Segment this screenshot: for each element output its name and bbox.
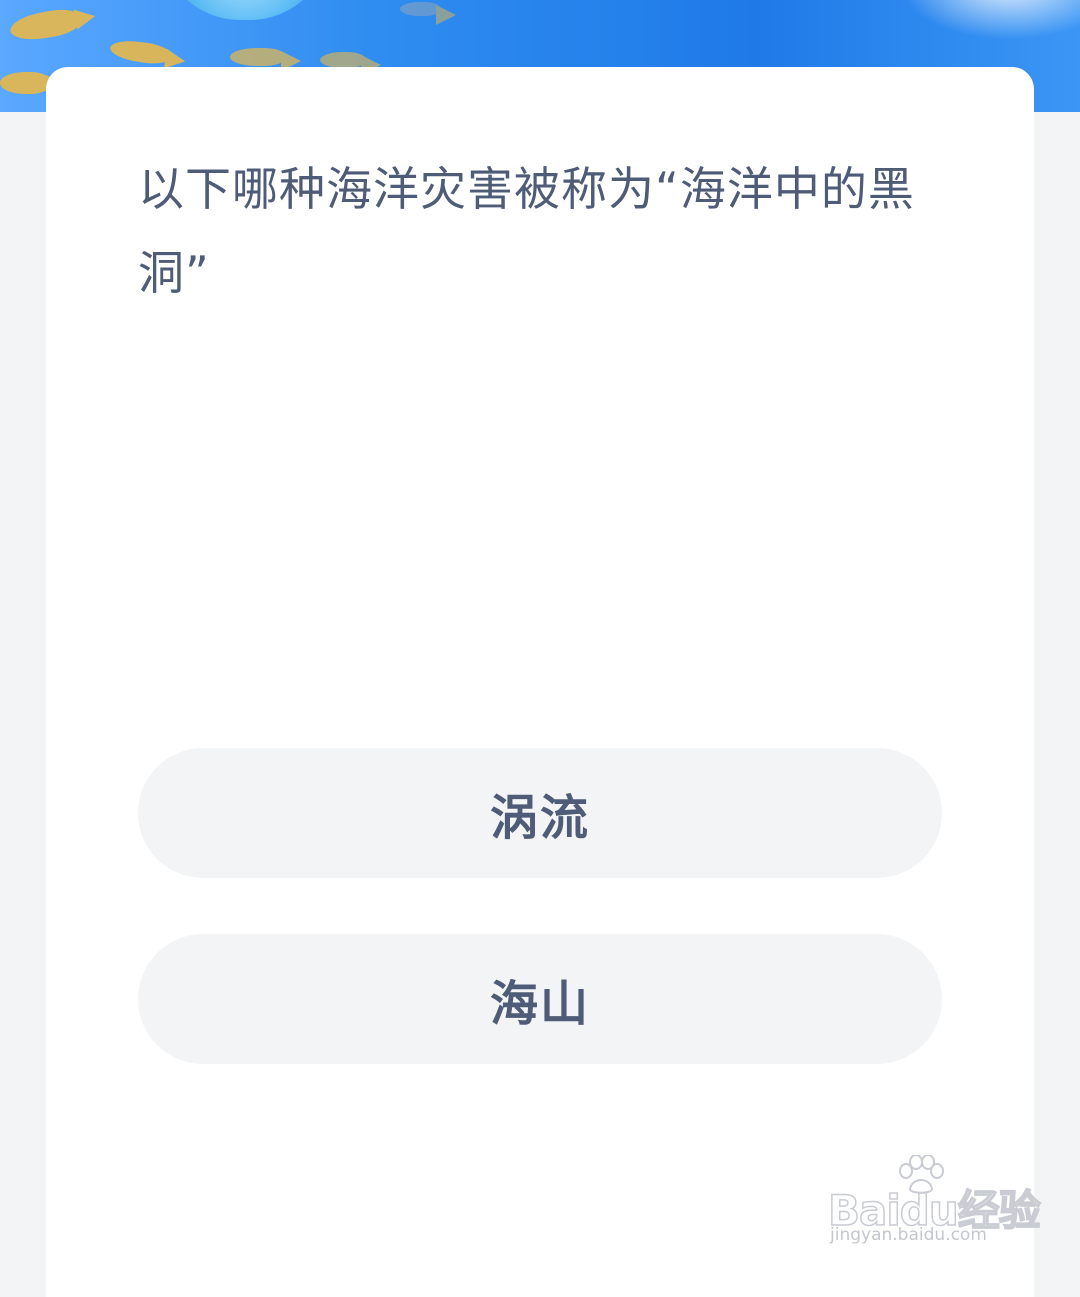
banner-glow-decoration <box>900 0 1080 40</box>
answer-option-2-label: 海山 <box>489 976 590 1032</box>
question-card: 以下哪种海洋灾害被称为“海洋中的黑洞” 涡流 海山 <box>46 67 1034 1297</box>
fish-icon <box>0 72 66 95</box>
fish-icon <box>108 37 172 67</box>
fish-icon <box>400 2 456 25</box>
watermark-url: jingyan.baidu.com <box>830 1225 987 1245</box>
question-text: 以下哪种海洋灾害被称为“海洋中的黑洞” <box>138 162 915 300</box>
banner-ball-decoration <box>160 0 330 20</box>
answer-option-2[interactable]: 海山 <box>138 934 942 1064</box>
baidu-watermark: Baidu经验 jingyan.baidu.com <box>827 1155 1041 1255</box>
fish-icon <box>8 6 82 44</box>
answer-option-1-label: 涡流 <box>489 790 590 846</box>
fish-icon <box>230 48 301 71</box>
fish-icon <box>320 52 381 75</box>
answer-option-1[interactable]: 涡流 <box>138 748 942 878</box>
